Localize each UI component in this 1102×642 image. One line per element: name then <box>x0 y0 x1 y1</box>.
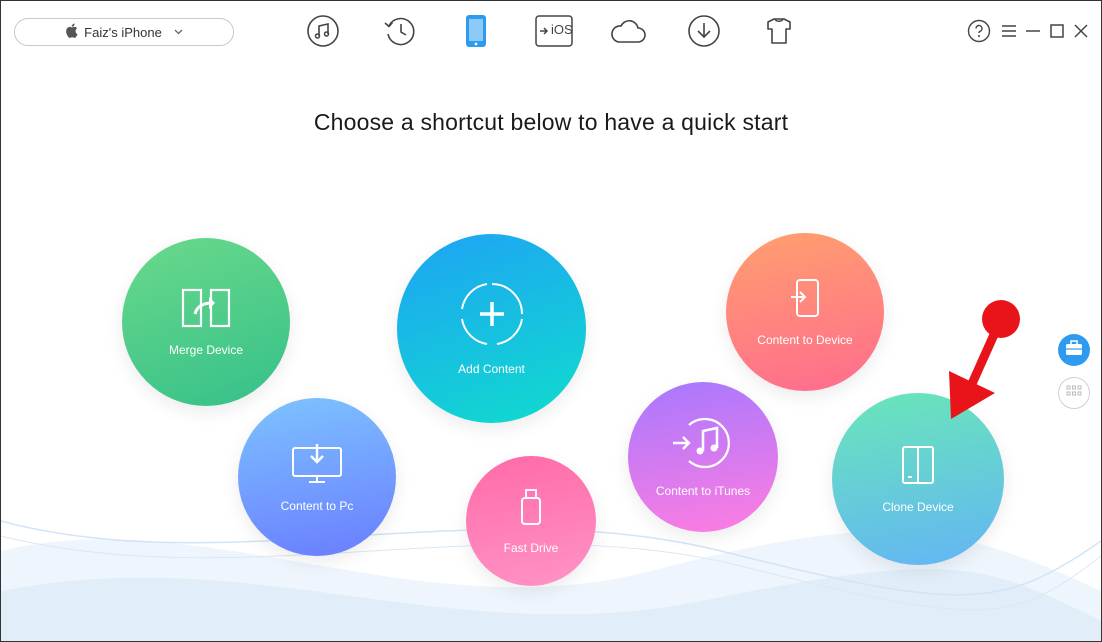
add-content-label: Add Content <box>458 362 525 376</box>
maximize-icon[interactable] <box>1045 19 1069 43</box>
content-to-pc-label: Content to Pc <box>280 498 354 513</box>
minimize-icon[interactable] <box>1021 19 1045 43</box>
apps-button[interactable] <box>1058 377 1090 409</box>
content-to-device-label: Content to Device <box>757 332 853 347</box>
fast-drive-button[interactable]: Fast Drive <box>466 456 596 586</box>
clone-device-label: Clone Device <box>882 499 954 514</box>
help-icon[interactable] <box>967 19 991 43</box>
music-icon[interactable] <box>305 13 341 49</box>
icloud-icon[interactable] <box>609 13 647 49</box>
download-icon[interactable] <box>686 13 722 49</box>
content-to-itunes-icon <box>671 417 735 474</box>
close-icon[interactable] <box>1069 19 1093 43</box>
briefcase-icon <box>1065 339 1083 361</box>
device-selector[interactable]: Faiz's iPhone <box>14 18 234 46</box>
merge-device-button[interactable]: Merge Device <box>122 238 290 406</box>
clone-device-icon <box>901 445 935 490</box>
device-icon[interactable] <box>458 13 494 49</box>
content-to-itunes-label: Content to iTunes <box>655 483 751 498</box>
merge-device-label: Merge Device <box>168 342 244 357</box>
red-arrow-annotation <box>949 300 1020 419</box>
add-content-icon <box>459 281 525 352</box>
content-to-itunes-button[interactable]: Content to iTunes <box>628 382 778 532</box>
grid-icon <box>1066 384 1082 402</box>
usb-drive-icon <box>519 488 543 531</box>
content-to-pc-icon <box>291 442 343 489</box>
page-title: Choose a shortcut below to have a quick … <box>313 109 789 135</box>
add-content-button[interactable]: Add Content <box>397 234 586 423</box>
content-to-pc-button[interactable]: Content to Pc <box>238 398 396 556</box>
device-name: Faiz's iPhone <box>84 24 162 40</box>
ios-transfer-icon[interactable]: iOS <box>534 13 574 49</box>
toolkit-icon[interactable] <box>761 13 797 49</box>
toolbox-button[interactable] <box>1058 334 1090 366</box>
ios-label: iOS <box>551 22 573 37</box>
chevron-down-icon <box>174 27 183 38</box>
content-to-device-icon <box>790 278 820 323</box>
history-icon[interactable] <box>382 13 418 49</box>
menu-icon[interactable] <box>997 19 1021 43</box>
content-to-device-button[interactable]: Content to Device <box>726 233 884 391</box>
title-bar: Faiz's iPhone iOS <box>1 1 1101 63</box>
fast-drive-label: Fast Drive <box>503 540 559 555</box>
apple-icon <box>65 23 78 41</box>
merge-device-icon <box>181 288 231 333</box>
